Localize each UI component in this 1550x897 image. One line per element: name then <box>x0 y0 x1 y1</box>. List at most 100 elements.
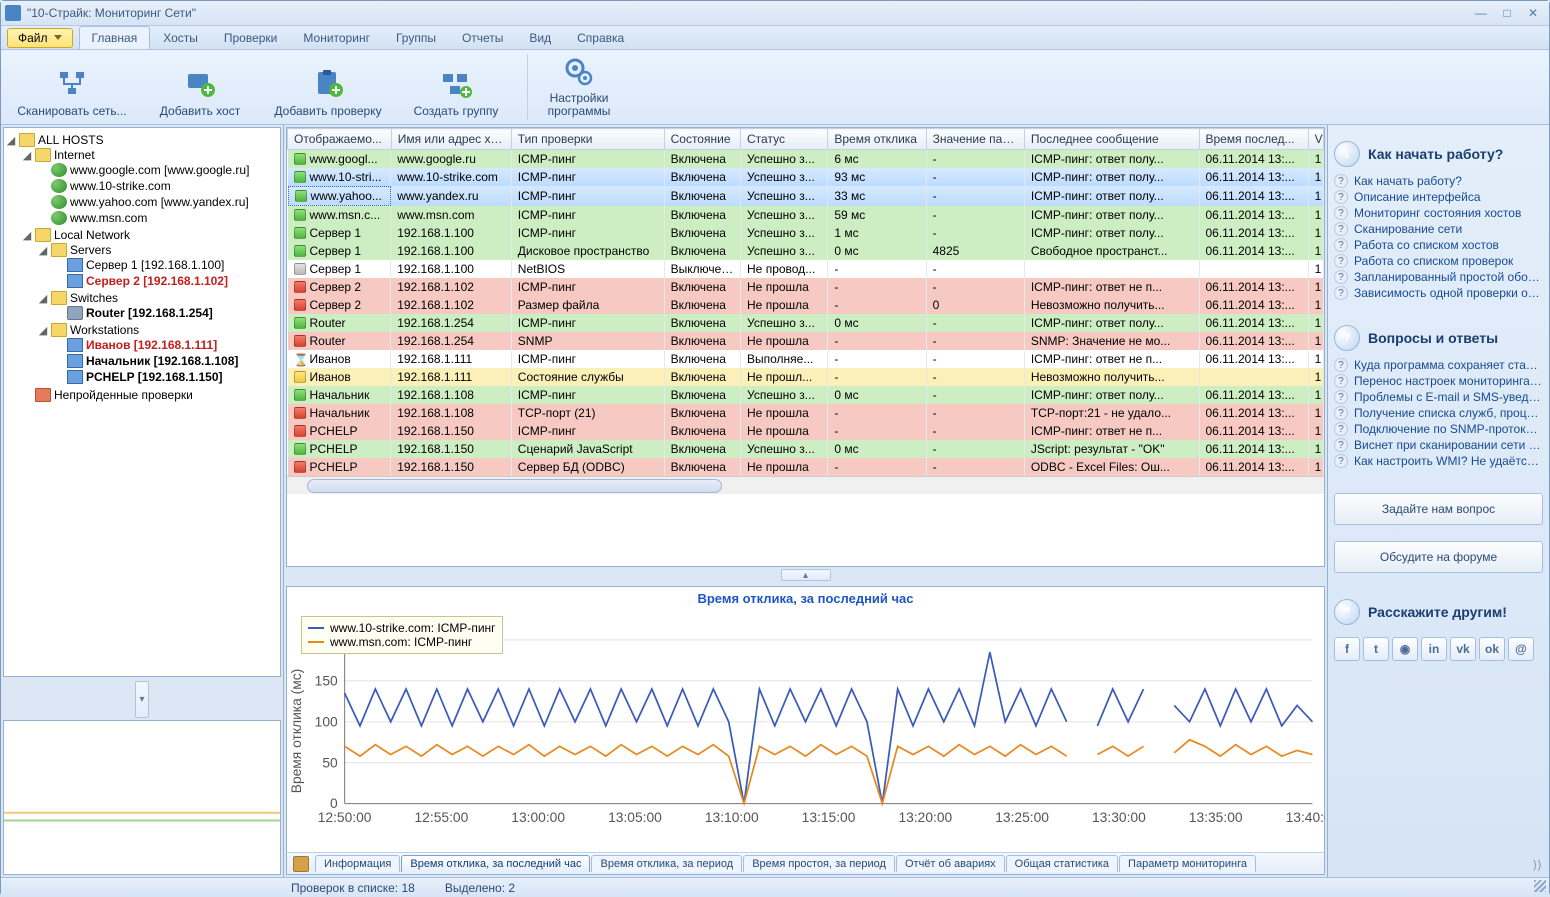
menu-tab-группы[interactable]: Группы <box>383 26 449 49</box>
tree-node[interactable]: Сервер 1 [192.168.1.100] <box>54 258 278 272</box>
help-link[interactable]: ?Работа со списком хостов <box>1334 237 1543 253</box>
menu-tab-вид[interactable]: Вид <box>516 26 564 49</box>
help-link[interactable]: ?Сканирование сети <box>1334 221 1543 237</box>
chart-tab[interactable]: Информация <box>315 855 400 872</box>
menu-tab-отчеты[interactable]: Отчеты <box>449 26 516 49</box>
grid-header[interactable]: V <box>1308 129 1323 150</box>
odnoklassniki-icon[interactable]: ok <box>1479 637 1505 661</box>
vk-icon[interactable]: vk <box>1450 637 1476 661</box>
table-row[interactable]: Router192.168.1.254SNMPВключенаНе прошла… <box>288 332 1324 350</box>
create-group-button[interactable]: Создать группу <box>401 56 511 118</box>
help-link[interactable]: ?Запланированный простой оборудов... <box>1334 269 1543 285</box>
tree-node[interactable]: ◢Switches <box>38 291 278 305</box>
tree-node[interactable]: www.10-strike.com <box>38 179 278 193</box>
close-button[interactable]: ✕ <box>1521 4 1545 22</box>
mail-icon[interactable]: @ <box>1508 637 1534 661</box>
help-link[interactable]: ?Зависимость одной проверки от дру... <box>1334 285 1543 301</box>
menu-tab-справка[interactable]: Справка <box>564 26 637 49</box>
grid-scrollbar[interactable] <box>287 476 1324 494</box>
table-row[interactable]: Сервер 1192.168.1.100ICMP-пингВключенаУс… <box>288 224 1324 242</box>
table-row[interactable]: PCHELP192.168.1.150Сервер БД (ODBC)Включ… <box>288 458 1324 476</box>
file-menu-button[interactable]: Файл <box>7 28 73 48</box>
tree-node[interactable]: www.yahoo.com [www.yandex.ru] <box>38 195 278 209</box>
help-link[interactable]: ?Мониторинг состояния хостов <box>1334 205 1543 221</box>
rss-icon[interactable]: ◉ <box>1392 637 1418 661</box>
chart-tab[interactable]: Время простоя, за период <box>743 855 895 872</box>
help-link[interactable]: ?Куда программа сохраняет статисти... <box>1334 357 1543 373</box>
twitter-icon[interactable]: t <box>1363 637 1389 661</box>
help-link[interactable]: ?Описание интерфейса <box>1334 189 1543 205</box>
tree-node[interactable]: ◢ALL HOSTS <box>6 133 278 147</box>
menu-tab-мониторинг[interactable]: Мониторинг <box>290 26 383 49</box>
tree-node[interactable]: Непройденные проверки <box>22 388 278 402</box>
tree-node[interactable]: ◢Workstations <box>38 323 278 337</box>
help-link[interactable]: ?Перенос настроек мониторинга на д... <box>1334 373 1543 389</box>
table-row[interactable]: Сервер 1192.168.1.100NetBIOSВыключенаНе … <box>288 260 1324 278</box>
settings-button[interactable]: Настройкипрограммы <box>534 56 624 118</box>
add-check-button[interactable]: Добавить проверку <box>273 56 383 118</box>
tree-node[interactable]: www.msn.com <box>38 211 278 225</box>
table-row[interactable]: www.msn.c...www.msn.comICMP-пингВключена… <box>288 206 1324 224</box>
menu-tab-главная[interactable]: Главная <box>79 26 151 49</box>
table-row[interactable]: Router192.168.1.254ICMP-пингВключенаУспе… <box>288 314 1324 332</box>
grid-header[interactable]: Отображаемо... <box>288 129 392 150</box>
tree-node[interactable]: Иванов [192.168.1.111] <box>54 338 278 352</box>
collapse-grid-button[interactable]: ▴ <box>781 569 831 581</box>
tree-node[interactable]: www.google.com [www.google.ru] <box>38 163 278 177</box>
grid-header[interactable]: Имя или адрес хо... <box>391 129 511 150</box>
grid-header[interactable]: Значение пар... <box>926 129 1024 150</box>
tree-node[interactable]: ◢Servers <box>38 243 278 257</box>
collapse-sidebar-button[interactable]: ⟩⟩ <box>1533 858 1542 872</box>
scan-network-button[interactable]: Сканировать сеть... <box>17 56 127 118</box>
chart-tab[interactable]: Время отклика, за последний час <box>401 855 590 872</box>
help-link[interactable]: ?Работа со списком проверок <box>1334 253 1543 269</box>
table-row[interactable]: Иванов192.168.1.111Состояние службыВключ… <box>288 368 1324 386</box>
tree-node[interactable]: ◢Internet <box>22 148 278 162</box>
tree-node[interactable]: Router [192.168.1.254] <box>54 306 278 320</box>
ask-question-button[interactable]: Задайте нам вопрос <box>1334 493 1543 525</box>
table-row[interactable]: www.yahoo...www.yandex.ruICMP-пингВключе… <box>288 186 1324 206</box>
facebook-icon[interactable]: f <box>1334 637 1360 661</box>
help-link[interactable]: ?Как начать работу? <box>1334 173 1543 189</box>
table-row[interactable]: Сервер 2192.168.1.102Размер файлаВключен… <box>288 296 1324 314</box>
grid-header[interactable]: Последнее сообщение <box>1024 129 1199 150</box>
menu-tab-проверки[interactable]: Проверки <box>211 26 291 49</box>
tree-node[interactable]: Сервер 2 [192.168.1.102] <box>54 274 278 288</box>
chart-tab[interactable]: Отчёт об авариях <box>896 855 1005 872</box>
table-row[interactable]: Сервер 1192.168.1.100Дисковое пространст… <box>288 242 1324 260</box>
grid-header[interactable]: Состояние <box>664 129 740 150</box>
grid-header[interactable]: Тип проверки <box>511 129 664 150</box>
table-row[interactable]: www.googl...www.google.ruICMP-пингВключе… <box>288 150 1324 169</box>
help-link[interactable]: ?Проблемы с E-mail и SMS-уведомлен... <box>1334 389 1543 405</box>
table-row[interactable]: Начальник192.168.1.108ICMP-пингВключенаУ… <box>288 386 1324 404</box>
maximize-button[interactable]: □ <box>1495 4 1519 22</box>
menu-tab-хосты[interactable]: Хосты <box>150 26 211 49</box>
help-link[interactable]: ?Получение списка служб, процессов... <box>1334 405 1543 421</box>
collapse-tree-button[interactable]: ▾ <box>135 681 149 718</box>
chart-tab[interactable]: Параметр мониторинга <box>1119 855 1256 872</box>
table-row[interactable]: www.10-stri...www.10-strike.comICMP-пинг… <box>288 168 1324 186</box>
grid-header[interactable]: Статус <box>741 129 828 150</box>
chart-tab[interactable]: Общая статистика <box>1006 855 1118 872</box>
resize-grip[interactable] <box>1534 880 1546 892</box>
tree-node[interactable]: PCHELP [192.168.1.150] <box>54 370 278 384</box>
help-link[interactable]: ?Как настроить WMI? Не удаётся нас... <box>1334 453 1543 469</box>
table-row[interactable]: Сервер 2192.168.1.102ICMP-пингВключенаНе… <box>288 278 1324 296</box>
grid-header[interactable]: Время послед... <box>1199 129 1308 150</box>
help-link[interactable]: ?Подключение по SNMP-протоколу <box>1334 421 1543 437</box>
discuss-forum-button[interactable]: Обсудите на форуме <box>1334 541 1543 573</box>
table-row[interactable]: PCHELP192.168.1.150Сценарий JavaScriptВк… <box>288 440 1324 458</box>
linkedin-icon[interactable]: in <box>1421 637 1447 661</box>
add-host-button[interactable]: Добавить хост <box>145 56 255 118</box>
minimize-button[interactable]: — <box>1469 4 1493 22</box>
table-row[interactable]: Начальник192.168.1.108TCP-порт (21)Включ… <box>288 404 1324 422</box>
grid-header[interactable]: Время отклика <box>828 129 926 150</box>
chart-tab[interactable]: Время отклика, за период <box>591 855 742 872</box>
help-link[interactable]: ?Виснет при сканировании сети с вк... <box>1334 437 1543 453</box>
checks-grid[interactable]: Отображаемо...Имя или адрес хо...Тип про… <box>286 127 1325 567</box>
tree-node[interactable]: Начальник [192.168.1.108] <box>54 354 278 368</box>
table-row[interactable]: ⌛Иванов192.168.1.111ICMP-пингВключенаВып… <box>288 350 1324 368</box>
table-row[interactable]: PCHELP192.168.1.150ICMP-пингВключенаНе п… <box>288 422 1324 440</box>
tree-node[interactable]: ◢Local Network <box>22 228 278 242</box>
host-tree[interactable]: ◢ALL HOSTS◢Internetwww.google.com [www.g… <box>3 127 281 677</box>
